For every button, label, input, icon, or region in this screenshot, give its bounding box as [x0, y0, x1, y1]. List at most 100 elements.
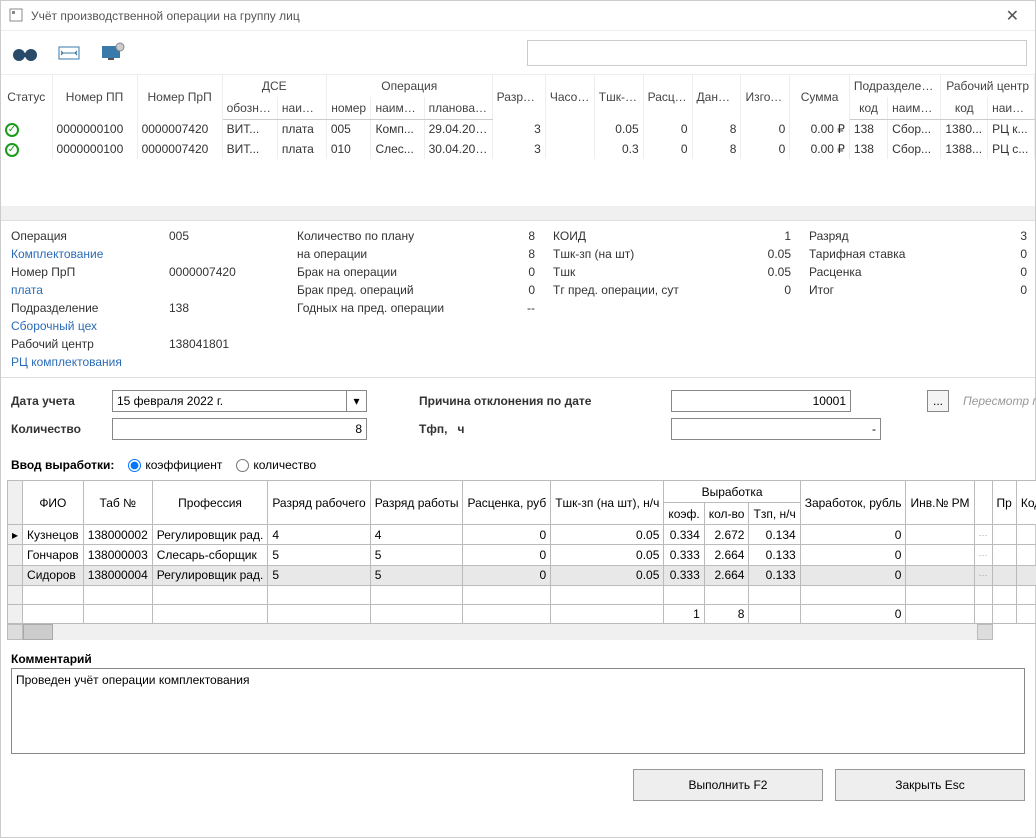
- date-input[interactable]: [112, 390, 347, 412]
- val-naop: 8: [475, 247, 535, 261]
- lbl-tfp: Тфп, ч: [419, 422, 579, 436]
- col-podr-naim[interactable]: наимен...: [888, 97, 941, 119]
- reason-browse-button[interactable]: ...: [927, 390, 949, 412]
- width-icon[interactable]: [53, 39, 85, 67]
- col-dse-naim[interactable]: наимен...: [277, 97, 326, 119]
- col-tzp[interactable]: Тзп, н/ч: [749, 503, 800, 525]
- col-razr[interactable]: Разряд работы: [492, 75, 545, 119]
- col-dano[interactable]: Дано в работу: [692, 75, 741, 119]
- comment-input[interactable]: [11, 668, 1025, 754]
- workers-grid[interactable]: ФИО Таб № Профессия Разряд рабочего Разр…: [7, 480, 1036, 624]
- radio-qty[interactable]: количество: [236, 458, 316, 472]
- col-pr[interactable]: Пр: [992, 481, 1016, 525]
- col-rc-kod[interactable]: код: [941, 97, 988, 119]
- col-vyr[interactable]: Выработка: [664, 481, 800, 503]
- binoculars-icon[interactable]: [9, 39, 41, 67]
- operations-grid[interactable]: Статус Номер ПП Номер ПрП ДСЕ Операция Р…: [1, 75, 1035, 220]
- reason-hint: Пересмотр плана: [963, 394, 1036, 408]
- col-op[interactable]: Операция: [326, 75, 492, 97]
- val-brakp: 0: [475, 283, 535, 297]
- col-razr-w[interactable]: Разряд работы: [370, 481, 463, 525]
- col-razr-r[interactable]: Разряд рабочего: [268, 481, 370, 525]
- reason-input[interactable]: [671, 390, 851, 412]
- col-rc-naim[interactable]: наимен...: [988, 97, 1035, 119]
- lbl-brakp: Брак пред. операций: [297, 283, 457, 297]
- lbl-op: Операция: [11, 229, 151, 243]
- tfp-input[interactable]: [671, 418, 881, 440]
- col-tshk[interactable]: Тшк-зп, н/ч: [594, 75, 643, 119]
- col-fio[interactable]: ФИО: [23, 481, 84, 525]
- val-prp: 0000007420: [169, 265, 279, 279]
- status-ok-icon: ✓: [5, 123, 19, 137]
- radio-qty-input[interactable]: [236, 459, 249, 472]
- col-dse-oboz[interactable]: обозна...: [222, 97, 277, 119]
- lbl-tshkzp: Тшк-зп (на шт): [553, 247, 713, 261]
- bottom-bar: Выполнить F2 Закрыть Esc: [1, 762, 1035, 808]
- table-row[interactable]: Сидоров138000004Регулировщик рад.55 00.0…: [8, 565, 1036, 585]
- search-input[interactable]: [527, 40, 1027, 66]
- col-rasc[interactable]: Расценка: [643, 75, 692, 119]
- output-mode: Ввод выработки: коэффициент количество: [1, 446, 1035, 480]
- val-op: 005: [169, 229, 279, 243]
- col-tab[interactable]: Таб №: [83, 481, 152, 525]
- col-izg[interactable]: Изготовлено годных: [741, 75, 790, 119]
- col-prp[interactable]: Номер ПрП: [137, 75, 222, 119]
- col-pp[interactable]: Номер ПП: [52, 75, 137, 119]
- val-tarif: 0: [967, 247, 1027, 261]
- col-podr[interactable]: Подразделение: [849, 75, 940, 97]
- close-icon[interactable]: ✕: [998, 6, 1027, 26]
- link-prp[interactable]: плата: [11, 283, 151, 297]
- val-koid: 1: [731, 229, 791, 243]
- calendar-icon[interactable]: ▾: [347, 390, 367, 412]
- val-tshkzp: 0.05: [731, 247, 791, 261]
- lbl-itog: Итог: [809, 283, 949, 297]
- totals-row: 1 8 0: [8, 605, 1036, 624]
- table-row[interactable]: ✓ 00000001000000007420ВИТ...плата 005Ком…: [1, 119, 1035, 139]
- col-rc[interactable]: Рабочий центр: [941, 75, 1035, 97]
- col-op-naim[interactable]: наимен...: [371, 97, 424, 119]
- col-op-plan[interactable]: плановая...: [424, 97, 492, 119]
- lbl-tarif: Тарифная ставка: [809, 247, 949, 261]
- lbl-output-mode: Ввод выработки:: [11, 458, 114, 472]
- col-koef[interactable]: коэф.: [664, 503, 704, 525]
- table-row[interactable]: Гончаров138000003Слесарь-сборщик55 00.05…: [8, 545, 1036, 565]
- col-op-num[interactable]: номер: [326, 97, 371, 119]
- val-itog: 0: [967, 283, 1027, 297]
- table-row[interactable]: ▸ Кузнецов138000002Регулировщик рад.44 0…: [8, 525, 1036, 545]
- grid2-scrollbar[interactable]: [7, 624, 993, 640]
- col-inv[interactable]: Инв.№ РМ: [906, 481, 974, 525]
- col-chas[interactable]: Часовая тариф...: [545, 75, 594, 119]
- grid1-scrollbar[interactable]: [1, 206, 1035, 220]
- toolbar: [1, 31, 1035, 75]
- radio-coef[interactable]: коэффициент: [128, 458, 222, 472]
- close-button[interactable]: Закрыть Esc: [835, 769, 1025, 801]
- val-podr: 138: [169, 301, 279, 315]
- col-kolvo[interactable]: кол-во: [704, 503, 749, 525]
- lbl-tshk2: Тшк: [553, 265, 713, 279]
- table-row-empty[interactable]: [8, 585, 1036, 604]
- col-kod[interactable]: Код: [1016, 481, 1036, 525]
- lbl-rc: Рабочий центр: [11, 337, 151, 351]
- val-brak: 0: [475, 265, 535, 279]
- col-rasc2[interactable]: Расценка, руб: [463, 481, 551, 525]
- col-prof[interactable]: Профессия: [152, 481, 268, 525]
- col-status[interactable]: Статус: [1, 75, 52, 119]
- titlebar: Учёт производственной операции на группу…: [1, 1, 1035, 31]
- lbl-qty: Количество: [11, 422, 106, 436]
- col-podr-kod[interactable]: код: [849, 97, 887, 119]
- execute-button[interactable]: Выполнить F2: [633, 769, 823, 801]
- col-dse[interactable]: ДСЕ: [222, 75, 326, 97]
- lbl-god: Годных на пред. операции: [297, 301, 457, 315]
- col-tshk2[interactable]: Тшк-зп (на шт), н/ч: [551, 481, 664, 525]
- link-podr[interactable]: Сборочный цех: [11, 319, 151, 333]
- lbl-reason: Причина отклонения по дате: [419, 394, 665, 408]
- col-summa[interactable]: Сумма: [790, 75, 850, 119]
- table-row[interactable]: ✓ 00000001000000007420ВИТ...плата 010Сле…: [1, 139, 1035, 159]
- link-rc[interactable]: РЦ комплектования: [11, 355, 151, 369]
- col-zar[interactable]: Заработок, рубль: [800, 481, 906, 525]
- radio-coef-input[interactable]: [128, 459, 141, 472]
- monitor-gear-icon[interactable]: [97, 39, 129, 67]
- link-op[interactable]: Комплектование: [11, 247, 151, 261]
- qty-input[interactable]: [112, 418, 367, 440]
- lbl-rasc: Расценка: [809, 265, 949, 279]
